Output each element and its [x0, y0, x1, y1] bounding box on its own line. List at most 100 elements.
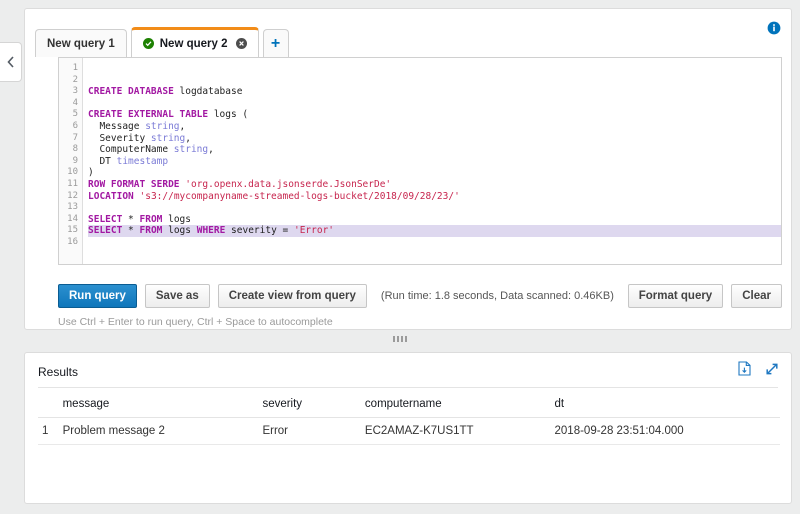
- line-number: 16: [59, 237, 82, 249]
- code-line: [88, 98, 781, 110]
- code-line: DT timestamp: [88, 156, 781, 168]
- code-token: ,: [185, 133, 191, 144]
- code-line: [88, 63, 781, 75]
- panel-resize-grip[interactable]: [0, 332, 800, 346]
- code-token: string: [174, 144, 208, 155]
- grip-bar: [401, 336, 403, 342]
- editor-shortcut-hint: Use Ctrl + Enter to run query, Ctrl + Sp…: [58, 316, 333, 328]
- code-token: logs: [162, 225, 196, 236]
- code-line: [88, 75, 781, 87]
- code-token: logs (: [208, 109, 248, 120]
- code-line: CREATE EXTERNAL TABLE logs (: [88, 109, 781, 121]
- grip-bar: [397, 336, 399, 342]
- code-token: ): [88, 167, 94, 178]
- line-number: 10: [59, 167, 82, 179]
- athena-query-editor-page: New query 1 New query 2 +: [0, 0, 800, 514]
- line-number: 4: [59, 98, 82, 110]
- code-token: *: [122, 214, 139, 225]
- code-token: string: [145, 121, 179, 132]
- results-header-row: message severity computername dt: [38, 391, 780, 418]
- code-token: 's3://mycompanyname-streamed-logs-bucket…: [140, 191, 460, 202]
- tab-label: New query 2: [160, 38, 228, 50]
- code-token: Message: [88, 121, 145, 132]
- sql-editor[interactable]: 12345678910111213141516 CREATE DATABASE …: [58, 57, 782, 265]
- code-line: CREATE DATABASE logdatabase: [88, 86, 781, 98]
- code-line: ): [88, 167, 781, 179]
- code-line: [88, 237, 781, 249]
- line-number: 14: [59, 214, 82, 226]
- line-number: 9: [59, 156, 82, 168]
- code-token: *: [122, 225, 139, 236]
- cell-severity: Error: [262, 418, 364, 445]
- tab-new-query-2[interactable]: New query 2: [131, 27, 259, 57]
- editor-line-numbers: 12345678910111213141516: [59, 58, 83, 264]
- add-query-tab-button[interactable]: +: [263, 29, 289, 57]
- clear-button[interactable]: Clear: [731, 284, 782, 308]
- cell-index: 1: [38, 418, 63, 445]
- results-title: Results: [38, 365, 78, 379]
- code-line: [88, 202, 781, 214]
- file-download-icon[interactable]: [738, 361, 751, 381]
- run-statistics: (Run time: 1.8 seconds, Data scanned: 0.…: [381, 290, 614, 302]
- plus-icon: +: [271, 35, 280, 53]
- code-token: timestamp: [117, 156, 168, 167]
- line-number: 8: [59, 144, 82, 156]
- column-header-message[interactable]: message: [63, 391, 263, 418]
- run-query-button[interactable]: Run query: [58, 284, 137, 308]
- query-panel: New query 1 New query 2 +: [24, 8, 792, 330]
- table-row[interactable]: 1 Problem message 2 Error EC2AMAZ-K7US1T…: [38, 418, 780, 445]
- results-actions: [738, 361, 779, 381]
- column-header-dt[interactable]: dt: [555, 391, 780, 418]
- info-icon[interactable]: [767, 21, 781, 35]
- code-token: 'Error': [294, 225, 334, 236]
- line-number: 7: [59, 133, 82, 145]
- chevron-left-icon: [7, 56, 15, 68]
- editor-code[interactable]: CREATE DATABASE logdatabase CREATE EXTER…: [83, 58, 781, 264]
- code-token: ROW FORMAT SERDE: [88, 179, 180, 190]
- results-table: message severity computername dt 1 Probl…: [38, 391, 780, 445]
- tab-label: New query 1: [47, 38, 115, 50]
- code-token: logs: [162, 214, 191, 225]
- line-number: 12: [59, 191, 82, 203]
- column-header-computername[interactable]: computername: [365, 391, 555, 418]
- code-token: CREATE DATABASE: [88, 86, 174, 97]
- expand-arrows-icon[interactable]: [765, 362, 779, 381]
- code-token: DT: [88, 156, 117, 167]
- line-number: 15: [59, 225, 82, 237]
- line-number: 13: [59, 202, 82, 214]
- tab-new-query-1[interactable]: New query 1: [35, 29, 127, 57]
- results-body: 1 Problem message 2 Error EC2AMAZ-K7US1T…: [38, 418, 780, 445]
- code-token: SELECT: [88, 225, 122, 236]
- code-line: Severity string,: [88, 133, 781, 145]
- code-line: ComputerName string,: [88, 144, 781, 156]
- code-token: logdatabase: [174, 86, 243, 97]
- line-number: 2: [59, 75, 82, 87]
- save-as-button[interactable]: Save as: [145, 284, 210, 308]
- cell-dt: 2018-09-28 23:51:04.000: [555, 418, 780, 445]
- tab-success-icon: [143, 38, 154, 49]
- code-token: ,: [208, 144, 214, 155]
- code-token: ComputerName: [88, 144, 174, 155]
- code-token: FROM: [140, 214, 163, 225]
- query-tabs: New query 1 New query 2 +: [35, 27, 289, 57]
- line-number: 11: [59, 179, 82, 191]
- create-view-from-query-button[interactable]: Create view from query: [218, 284, 367, 308]
- cell-message: Problem message 2: [63, 418, 263, 445]
- column-header-index[interactable]: [38, 391, 63, 418]
- results-divider: [38, 387, 778, 388]
- sidebar-collapse-handle[interactable]: [0, 42, 22, 82]
- code-token: LOCATION: [88, 191, 134, 202]
- results-panel: Results: [24, 352, 792, 504]
- code-token: 'org.openx.data.jsonserde.JsonSerDe': [185, 179, 391, 190]
- tab-close-icon[interactable]: [236, 38, 247, 49]
- code-token: string: [151, 133, 185, 144]
- code-token: ,: [180, 121, 186, 132]
- cell-computername: EC2AMAZ-K7US1TT: [365, 418, 555, 445]
- format-query-button[interactable]: Format query: [628, 284, 724, 308]
- code-line: SELECT * FROM logs WHERE severity = 'Err…: [88, 225, 781, 237]
- column-header-severity[interactable]: severity: [262, 391, 364, 418]
- code-token: CREATE EXTERNAL TABLE: [88, 109, 208, 120]
- line-number: 6: [59, 121, 82, 133]
- line-number: 1: [59, 63, 82, 75]
- code-line: LOCATION 's3://mycompanyname-streamed-lo…: [88, 191, 781, 203]
